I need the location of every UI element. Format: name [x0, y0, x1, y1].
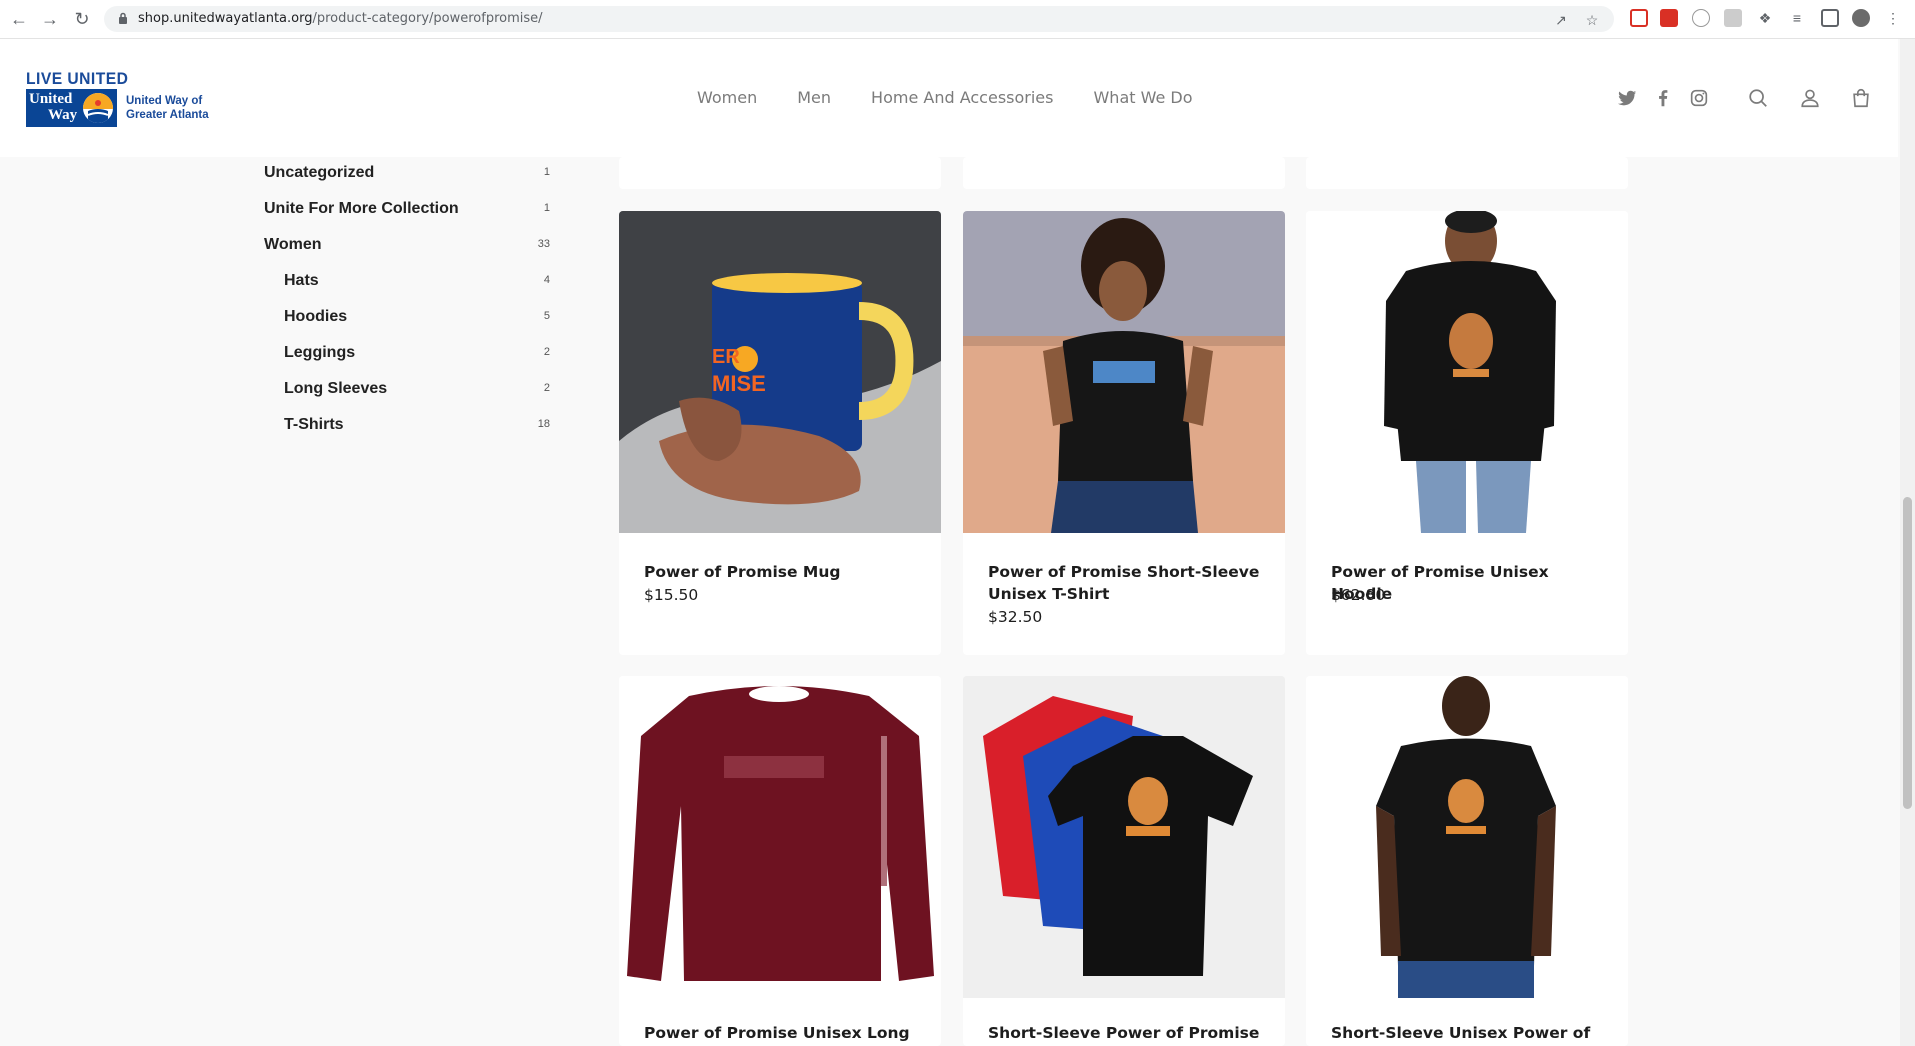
- product-image-mug[interactable]: ER MISE: [619, 211, 941, 533]
- category-count: 4: [543, 274, 550, 286]
- lock-icon: [119, 12, 127, 24]
- account-icon[interactable]: [1799, 87, 1821, 109]
- category-count: 1: [543, 202, 550, 214]
- category-count: 2: [543, 382, 550, 394]
- nav-home-and-accessories[interactable]: Home And Accessories: [871, 88, 1053, 107]
- product-image-shirt-stack[interactable]: [963, 676, 1285, 998]
- facebook-icon[interactable]: [1652, 87, 1674, 109]
- extension-icon[interactable]: [1724, 9, 1742, 27]
- url-text: shop.unitedwayatlanta.org/product-catego…: [138, 11, 543, 26]
- product-name[interactable]: Power of Promise Short-Sleeve Unisex T-S…: [988, 561, 1268, 605]
- category-unite-for-more-collection[interactable]: Unite For More Collection: [264, 200, 459, 218]
- browser-toolbar: ← → ↻ shop.unitedwayatlanta.org/product-…: [0, 0, 1915, 39]
- product-card[interactable]: [963, 157, 1285, 189]
- product-card[interactable]: Short-Sleeve Power of Promise: [963, 676, 1285, 1046]
- product-price: $32.50: [988, 608, 1043, 626]
- product-card[interactable]: Short-Sleeve Unisex Power of: [1306, 676, 1628, 1046]
- pdf-extension-icon[interactable]: [1660, 9, 1678, 27]
- product-name[interactable]: Power of Promise Mug: [644, 561, 924, 583]
- profile-avatar[interactable]: [1852, 9, 1870, 27]
- extension-icon[interactable]: [1630, 9, 1648, 27]
- share-icon[interactable]: ↗: [1553, 12, 1569, 28]
- font-extension-icon[interactable]: [1692, 9, 1710, 27]
- category-hoodies[interactable]: Hoodies: [284, 308, 347, 326]
- reload-icon[interactable]: ↻: [71, 8, 93, 30]
- product-card[interactable]: Power of Promise Unisex Long: [619, 676, 941, 1046]
- product-name[interactable]: Power of Promise Unisex Long: [644, 1022, 924, 1044]
- category-leggings[interactable]: Leggings: [284, 344, 355, 362]
- product-price: $15.50: [644, 586, 699, 604]
- scrollbar-thumb[interactable]: [1903, 497, 1912, 809]
- nav-men[interactable]: Men: [797, 88, 831, 107]
- nav-women[interactable]: Women: [697, 88, 757, 107]
- product-card[interactable]: Power of Promise Short-Sleeve Unisex T-S…: [963, 211, 1285, 655]
- category-count: 2: [543, 346, 550, 358]
- logo-hand-icon: [83, 93, 113, 123]
- product-image-long-sleeve[interactable]: [619, 676, 941, 998]
- category-hats[interactable]: Hats: [284, 272, 319, 290]
- product-name[interactable]: Short-Sleeve Unisex Power of: [1331, 1022, 1611, 1044]
- product-image-unisex-tee[interactable]: [1306, 676, 1628, 998]
- category-count: 33: [537, 238, 550, 250]
- product-card[interactable]: ER MISE Power of Promise Mug $15.50: [619, 211, 941, 655]
- address-bar[interactable]: shop.unitedwayatlanta.org/product-catego…: [104, 6, 1614, 32]
- site-logo[interactable]: LIVE UNITED United Way United Way of Gre…: [26, 69, 216, 129]
- logo-mark: United Way: [26, 89, 117, 127]
- product-price: $62.80: [1331, 586, 1386, 604]
- mug-print: MISE: [712, 371, 766, 396]
- product-image-hoodie[interactable]: [1306, 211, 1628, 533]
- category-uncategorized[interactable]: Uncategorized: [264, 164, 374, 182]
- search-icon[interactable]: [1747, 87, 1769, 109]
- mug-print: ER: [712, 346, 740, 368]
- product-image-short-sleeve-tee[interactable]: [963, 211, 1285, 533]
- category-women[interactable]: Women: [264, 236, 321, 254]
- media-icon[interactable]: ≡: [1789, 10, 1805, 26]
- cart-icon[interactable]: [1850, 87, 1872, 109]
- bookmark-star-icon[interactable]: ☆: [1584, 12, 1600, 28]
- category-long-sleeves[interactable]: Long Sleeves: [284, 380, 387, 398]
- site-header: LIVE UNITED United Way United Way of Gre…: [0, 39, 1898, 157]
- product-name[interactable]: Short-Sleeve Power of Promise: [988, 1022, 1268, 1044]
- forward-icon[interactable]: →: [39, 8, 61, 30]
- instagram-icon[interactable]: [1688, 87, 1710, 109]
- logo-tagline: LIVE UNITED: [26, 69, 129, 88]
- category-count: 5: [543, 310, 550, 322]
- menu-icon[interactable]: ⋮: [1885, 10, 1901, 26]
- puzzle-icon[interactable]: ❖: [1757, 10, 1773, 26]
- product-card[interactable]: [1306, 157, 1628, 189]
- twitter-icon[interactable]: [1616, 87, 1638, 109]
- page-scrollbar[interactable]: [1900, 39, 1915, 1046]
- category-count: 18: [537, 418, 550, 430]
- category-t-shirts[interactable]: T-Shirts: [284, 416, 344, 434]
- main-nav: Women Men Home And Accessories What We D…: [697, 88, 1193, 107]
- back-icon[interactable]: ←: [8, 8, 30, 30]
- side-panel-icon[interactable]: [1821, 9, 1839, 27]
- category-count: 1: [543, 166, 550, 178]
- logo-org-name: United Way of Greater Atlanta: [126, 95, 209, 121]
- product-card[interactable]: Power of Promise Unisex Hoodie $62.80: [1306, 211, 1628, 655]
- nav-what-we-do[interactable]: What We Do: [1093, 88, 1192, 107]
- product-card[interactable]: [619, 157, 941, 189]
